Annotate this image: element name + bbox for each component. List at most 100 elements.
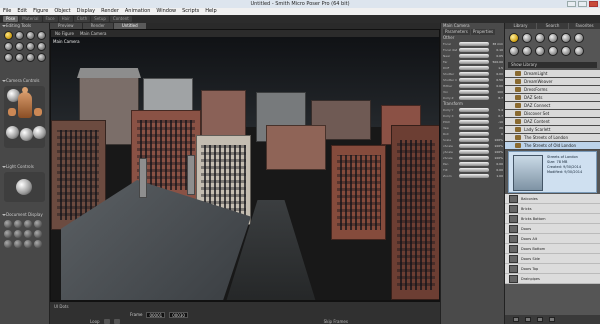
room-tab-content[interactable]: Content: [109, 16, 132, 22]
close-button[interactable]: [589, 1, 598, 7]
figure-selector-menu[interactable]: No Figure: [55, 30, 74, 37]
document-display-header[interactable]: Document Display: [0, 212, 49, 218]
ui-dots-toggle[interactable]: UI Dots: [54, 304, 69, 309]
menu-scripts[interactable]: Scripts: [182, 8, 199, 15]
play-button[interactable]: [103, 318, 110, 324]
menu-display[interactable]: Display: [77, 8, 95, 15]
library-folder[interactable]: DressForms: [505, 86, 600, 94]
parameter-dial-slider[interactable]: [459, 108, 489, 112]
display-style-wireframe-icon[interactable]: [24, 220, 32, 228]
parameter-dial-slider[interactable]: [459, 174, 489, 178]
parameter-dial-slider[interactable]: [459, 42, 489, 46]
room-tab-material[interactable]: Material: [19, 16, 42, 22]
library-item[interactable]: Bricks: [505, 204, 600, 214]
room-tab-pose[interactable]: Pose: [3, 16, 19, 22]
parameter-dial-value[interactable]: 0.50: [491, 78, 503, 82]
library-item[interactable]: Doors Alt: [505, 234, 600, 244]
room-tab-cloth[interactable]: Cloth: [73, 16, 91, 22]
camera-controls-header[interactable]: Camera Controls: [0, 78, 49, 84]
left-hand-camera-icon[interactable]: [8, 108, 16, 116]
display-style-flat-shaded-icon[interactable]: [14, 230, 22, 238]
maximize-button[interactable]: [578, 1, 587, 7]
parameter-dial-slider[interactable]: [459, 126, 489, 130]
parameter-dial-value[interactable]: 0.00: [491, 168, 503, 172]
parameter-dial-slider[interactable]: [459, 162, 489, 166]
display-style-cartoon-line-icon[interactable]: [34, 240, 42, 248]
add-to-library-icon[interactable]: [525, 317, 531, 322]
display-style-flat-lined-icon[interactable]: [24, 230, 32, 238]
grouping-tool-icon[interactable]: [4, 53, 13, 62]
category-cameras-icon[interactable]: [522, 46, 532, 56]
document-viewport[interactable]: No Figure Main Camera Main Camera: [50, 29, 440, 301]
library-folder[interactable]: DAZ Connect: [505, 102, 600, 110]
menu-file[interactable]: File: [3, 8, 11, 15]
loop-toggle[interactable]: Loop: [90, 319, 100, 324]
parameter-dial-slider[interactable]: [459, 168, 489, 172]
display-style-cartoon-icon[interactable]: [34, 230, 42, 238]
library-item[interactable]: Balconies: [505, 194, 600, 204]
tab-properties[interactable]: Properties: [470, 29, 496, 35]
parameter-dial-value[interactable]: 38 mm: [491, 42, 503, 46]
parameter-dial-slider[interactable]: [459, 120, 489, 124]
display-style-silhouette-icon[interactable]: [4, 220, 12, 228]
parameter-dial-slider[interactable]: [459, 60, 489, 64]
parameter-dial-slider[interactable]: [459, 114, 489, 118]
library-folder[interactable]: DAZ Content: [505, 118, 600, 126]
total-frames-field[interactable]: 00030: [169, 311, 188, 318]
taper-tool-icon[interactable]: [15, 42, 24, 51]
parameter-dial-value[interactable]: 100: [491, 90, 503, 94]
library-folder[interactable]: Lady Scarlett: [505, 126, 600, 134]
library-item[interactable]: Doors Top: [505, 264, 600, 274]
library-folder[interactable]: DreamWeaver: [505, 78, 600, 86]
tab-favorites[interactable]: Favorites: [569, 23, 600, 29]
category-figures-icon[interactable]: [509, 33, 519, 43]
right-hand-camera-icon[interactable]: [34, 108, 42, 116]
parameter-dial-value[interactable]: 1.00: [491, 174, 503, 178]
category-expressions-icon[interactable]: [535, 33, 545, 43]
parameter-dial-slider[interactable]: [459, 84, 489, 88]
parameter-dial-slider[interactable]: [459, 144, 489, 148]
current-frame-field[interactable]: 00001: [146, 311, 166, 318]
library-item[interactable]: Doors Bottom: [505, 244, 600, 254]
skip-frames-toggle[interactable]: Skip Frames: [324, 319, 348, 324]
library-folder[interactable]: The Streets of Old London: [505, 142, 600, 150]
menu-render[interactable]: Render: [101, 8, 119, 15]
category-lights-icon[interactable]: [509, 46, 519, 56]
category-poses-icon[interactable]: [522, 33, 532, 43]
library-item[interactable]: Bricks Bottom: [505, 214, 600, 224]
view-magnifier-tool-icon[interactable]: [15, 53, 24, 62]
library-item[interactable]: Doors Side: [505, 254, 600, 264]
display-style-outline-icon[interactable]: [14, 220, 22, 228]
category-hair-icon[interactable]: [548, 33, 558, 43]
parameter-dial-slider[interactable]: [459, 132, 489, 136]
move-xy-control-icon[interactable]: [33, 126, 46, 139]
direct-manipulation-tool-icon[interactable]: [37, 53, 46, 62]
room-tab-hair[interactable]: Hair: [58, 16, 73, 22]
parameter-dial-value[interactable]: 0.00: [491, 84, 503, 88]
rotate-tool-icon[interactable]: [4, 31, 13, 40]
parameter-dial-value[interactable]: 0.05: [491, 54, 503, 58]
parameter-dial-value[interactable]: 100%: [491, 150, 503, 154]
category-props-icon[interactable]: [574, 33, 584, 43]
parameter-dial-value[interactable]: 26: [491, 126, 503, 130]
library-preview[interactable]: Streets of London Size: 78 MB Created: 9…: [508, 151, 597, 193]
parameter-dial-slider[interactable]: [459, 96, 489, 100]
category-scenes-icon[interactable]: [548, 46, 558, 56]
parameter-dial-value[interactable]: 5.4: [491, 108, 503, 112]
parameter-dial[interactable]: Zoom 1.00: [441, 173, 504, 179]
menu-animation[interactable]: Animation: [125, 8, 151, 15]
parameter-dial-value[interactable]: 100%: [491, 144, 503, 148]
parameter-dial-value[interactable]: 100%: [491, 156, 503, 160]
color-tool-icon[interactable]: [37, 42, 46, 51]
menu-help[interactable]: Help: [205, 8, 216, 15]
menu-figure[interactable]: Figure: [33, 8, 48, 15]
display-style-smooth-shaded-icon[interactable]: [4, 240, 12, 248]
menu-edit[interactable]: Edit: [17, 8, 27, 15]
tab-search[interactable]: Search: [537, 23, 568, 29]
category-favorites-icon[interactable]: [574, 46, 584, 56]
parameter-dial-slider[interactable]: [459, 90, 489, 94]
editing-tools-header[interactable]: Editing Tools: [0, 23, 49, 29]
menu-window[interactable]: Window: [156, 8, 176, 15]
apply-library-item-icon[interactable]: [513, 317, 519, 322]
category-collections-icon[interactable]: [561, 46, 571, 56]
